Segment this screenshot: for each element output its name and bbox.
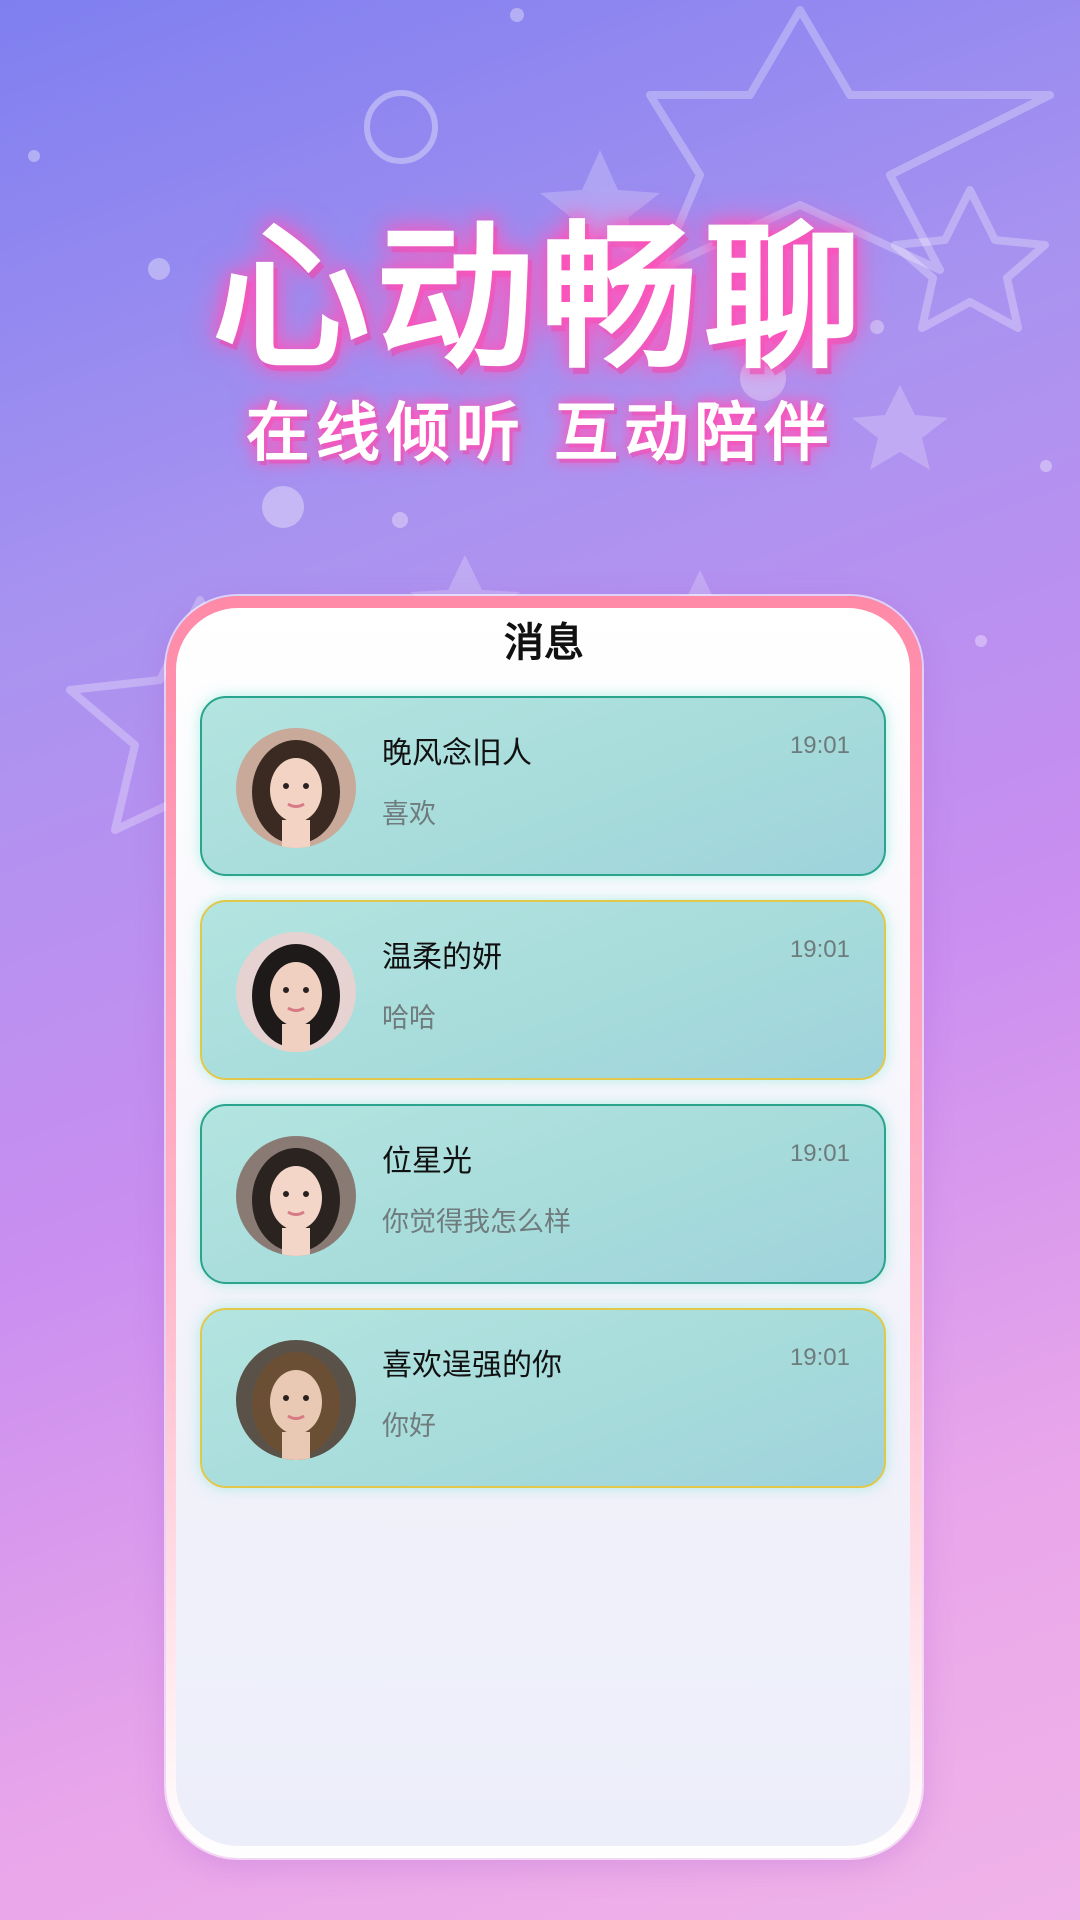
dot-decoration <box>510 8 524 22</box>
message-time: 19:01 <box>789 732 850 759</box>
avatar[interactable] <box>236 1340 356 1460</box>
contact-name: 晚风念旧人 <box>382 736 532 771</box>
message-item[interactable]: 晚风念旧人喜欢 19:01 <box>200 696 886 876</box>
avatar[interactable] <box>236 728 356 848</box>
message-time: 19:01 <box>789 936 850 963</box>
contact-name: 喜欢逞强的你 <box>382 1348 562 1383</box>
message-preview: 喜欢 <box>382 799 436 830</box>
avatar[interactable] <box>236 1136 356 1256</box>
ring-decoration <box>364 90 438 164</box>
dot-decoration <box>262 486 304 528</box>
contact-name: 温柔的妍 <box>382 940 502 975</box>
message-item[interactable]: 位星光你觉得我怎么样 19:01 <box>200 1104 886 1284</box>
message-time: 19:01 <box>789 1140 850 1167</box>
dot-decoration <box>28 150 40 162</box>
dot-decoration <box>975 635 987 647</box>
message-preview: 你觉得我怎么样 <box>382 1207 571 1238</box>
messages-page-title: 消息 <box>504 621 584 665</box>
contact-name: 位星光 <box>382 1144 472 1179</box>
hero-subtitle: 在线倾听 互动陪伴 <box>245 397 835 471</box>
message-time: 19:01 <box>789 1344 850 1371</box>
avatar[interactable] <box>236 932 356 1052</box>
message-preview: 你好 <box>382 1411 436 1442</box>
message-preview: 哈哈 <box>382 1003 436 1034</box>
message-item[interactable]: 温柔的妍哈哈 19:01 <box>200 900 886 1080</box>
hero-title: 心动畅聊 <box>212 207 868 391</box>
dot-decoration <box>392 512 408 528</box>
message-item[interactable]: 喜欢逞强的你你好 19:01 <box>200 1308 886 1488</box>
